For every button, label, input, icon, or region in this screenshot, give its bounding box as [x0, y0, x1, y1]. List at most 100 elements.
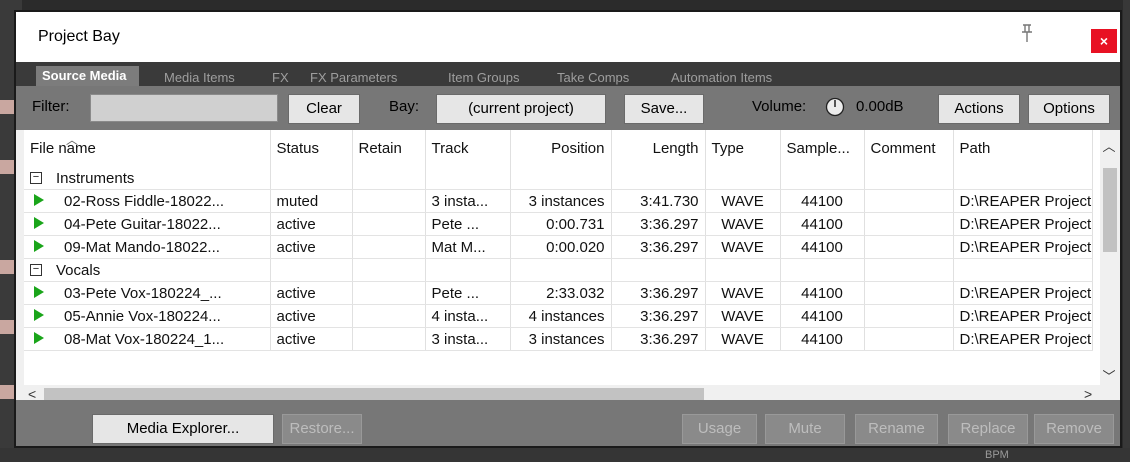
tab-bar: Source Media Media Items FX FX Parameter…	[16, 62, 1120, 86]
close-button[interactable]: ×	[1091, 29, 1117, 53]
vertical-scroll-thumb[interactable]	[1103, 168, 1117, 252]
collapse-icon[interactable]: −	[30, 171, 42, 184]
options-button[interactable]: Options	[1028, 94, 1110, 124]
remove-button[interactable]: Remove	[1034, 414, 1114, 444]
file-name-cell: 04-Pete Guitar-18022...	[64, 215, 221, 233]
position-cell: 0:00.020	[510, 235, 612, 259]
sample-rate-cell: 44100	[780, 212, 865, 236]
column-header-comment[interactable]: Comment	[864, 130, 954, 167]
type-cell: WAVE	[705, 304, 781, 328]
column-header-status[interactable]: Status	[270, 130, 353, 167]
restore-button[interactable]: Restore...	[282, 414, 362, 444]
position-cell: 0:00.731	[510, 212, 612, 236]
scroll-down-icon[interactable]: ﹀	[1100, 366, 1118, 385]
bay-select[interactable]: (current project)	[436, 94, 606, 124]
filter-label: Filter:	[32, 98, 70, 115]
table-row[interactable]: 02-Ross Fiddle-18022... muted 3 insta...…	[24, 189, 1093, 213]
retain-cell	[352, 212, 426, 236]
length-cell: 3:36.297	[611, 304, 706, 328]
tab-fx[interactable]: FX	[266, 69, 301, 86]
tab-item-groups[interactable]: Item Groups	[442, 69, 532, 86]
background-right-panel	[1123, 0, 1130, 462]
column-header-path[interactable]: Path	[953, 130, 1093, 167]
tab-media-items[interactable]: Media Items	[158, 69, 247, 86]
group-row-vocals[interactable]: − Vocals	[24, 258, 1093, 282]
play-icon[interactable]	[34, 332, 44, 345]
path-cell: D:\REAPER Project	[953, 189, 1093, 213]
actions-button[interactable]: Actions	[938, 94, 1020, 124]
sample-rate-cell: 44100	[780, 304, 865, 328]
file-name-cell: 03-Pete Vox-180224_...	[64, 284, 222, 302]
file-name-cell: 05-Annie Vox-180224...	[64, 307, 221, 325]
pin-icon[interactable]	[1016, 22, 1038, 44]
column-header-sample-rate[interactable]: Sample...	[780, 130, 865, 167]
length-cell: 3:36.297	[611, 235, 706, 259]
play-icon[interactable]	[34, 217, 44, 230]
table-row[interactable]: 09-Mat Mando-18022... active Mat M... 0:…	[24, 235, 1093, 259]
mute-button[interactable]: Mute	[765, 414, 845, 444]
table-row[interactable]: 05-Annie Vox-180224... active 4 insta...…	[24, 304, 1093, 328]
tab-automation-items[interactable]: Automation Items	[665, 69, 784, 86]
position-cell: 3 instances	[510, 189, 612, 213]
play-icon[interactable]	[34, 286, 44, 299]
track-cell: Pete ...	[425, 281, 511, 305]
file-name-cell: 09-Mat Mando-18022...	[64, 238, 220, 256]
position-cell: 3 instances	[510, 327, 612, 351]
tab-fx-parameters[interactable]: FX Parameters	[304, 69, 409, 86]
table-header-row: ︿ File name Status Retain Track Position …	[24, 130, 1093, 167]
status-cell: active	[270, 281, 353, 305]
play-icon[interactable]	[34, 194, 44, 207]
retain-cell	[352, 281, 426, 305]
background-bottom-panel	[0, 448, 1130, 462]
project-bay-window: Project Bay × Source Media Media Items F…	[14, 10, 1122, 448]
tab-source-media[interactable]: Source Media	[36, 66, 139, 86]
play-icon[interactable]	[34, 240, 44, 253]
track-cell: 3 insta...	[425, 189, 511, 213]
status-cell: active	[270, 327, 353, 351]
volume-knob-icon[interactable]	[825, 97, 845, 117]
comment-cell	[864, 304, 954, 328]
length-cell: 3:36.297	[611, 212, 706, 236]
tab-take-comps[interactable]: Take Comps	[551, 69, 641, 86]
group-row-instruments[interactable]: − Instruments	[24, 167, 1093, 190]
save-button[interactable]: Save...	[624, 94, 704, 124]
column-header-position[interactable]: Position	[510, 130, 612, 167]
table-row[interactable]: 08-Mat Vox-180224_1... active 3 insta...…	[24, 327, 1093, 351]
status-cell: active	[270, 304, 353, 328]
play-icon[interactable]	[34, 309, 44, 322]
table-row[interactable]: 03-Pete Vox-180224_... active Pete ... 2…	[24, 281, 1093, 305]
column-header-track[interactable]: Track	[425, 130, 511, 167]
column-header-file-name[interactable]: ︿ File name	[24, 130, 271, 167]
source-media-list[interactable]: ︿ File name Status Retain Track Position …	[24, 130, 1118, 404]
comment-cell	[864, 281, 954, 305]
group-name: Vocals	[56, 261, 101, 279]
bottom-toolbar: Media Explorer... Restore... Usage Mute …	[16, 400, 1120, 446]
volume-value[interactable]: 0.00dB	[856, 98, 904, 115]
scroll-up-icon[interactable]: ︿	[1100, 136, 1118, 155]
path-cell: D:\REAPER Project	[953, 304, 1093, 328]
rename-button[interactable]: Rename	[855, 414, 938, 444]
background-bpm-label: BPM	[985, 449, 1009, 461]
type-cell: WAVE	[705, 327, 781, 351]
bay-label: Bay:	[389, 98, 420, 115]
comment-cell	[864, 212, 954, 236]
vertical-scrollbar[interactable]: ︿ ﹀	[1100, 130, 1118, 385]
table-row[interactable]: 04-Pete Guitar-18022... active Pete ... …	[24, 212, 1093, 236]
sample-rate-cell: 44100	[780, 327, 865, 351]
track-cell: Pete ...	[425, 212, 511, 236]
filter-input[interactable]	[90, 94, 278, 122]
usage-button[interactable]: Usage	[682, 414, 757, 444]
media-explorer-button[interactable]: Media Explorer...	[92, 414, 274, 444]
collapse-icon[interactable]: −	[30, 263, 42, 276]
status-cell: active	[270, 235, 353, 259]
volume-label: Volume:	[752, 98, 807, 115]
clear-button[interactable]: Clear	[288, 94, 360, 124]
file-name-cell: 02-Ross Fiddle-18022...	[64, 192, 225, 210]
column-header-retain[interactable]: Retain	[352, 130, 426, 167]
path-cell: D:\REAPER Project	[953, 235, 1093, 259]
column-header-type[interactable]: Type	[705, 130, 781, 167]
comment-cell	[864, 235, 954, 259]
column-header-length[interactable]: Length	[611, 130, 706, 167]
replace-button[interactable]: Replace	[948, 414, 1028, 444]
title-bar[interactable]: Project Bay ×	[16, 12, 1120, 62]
